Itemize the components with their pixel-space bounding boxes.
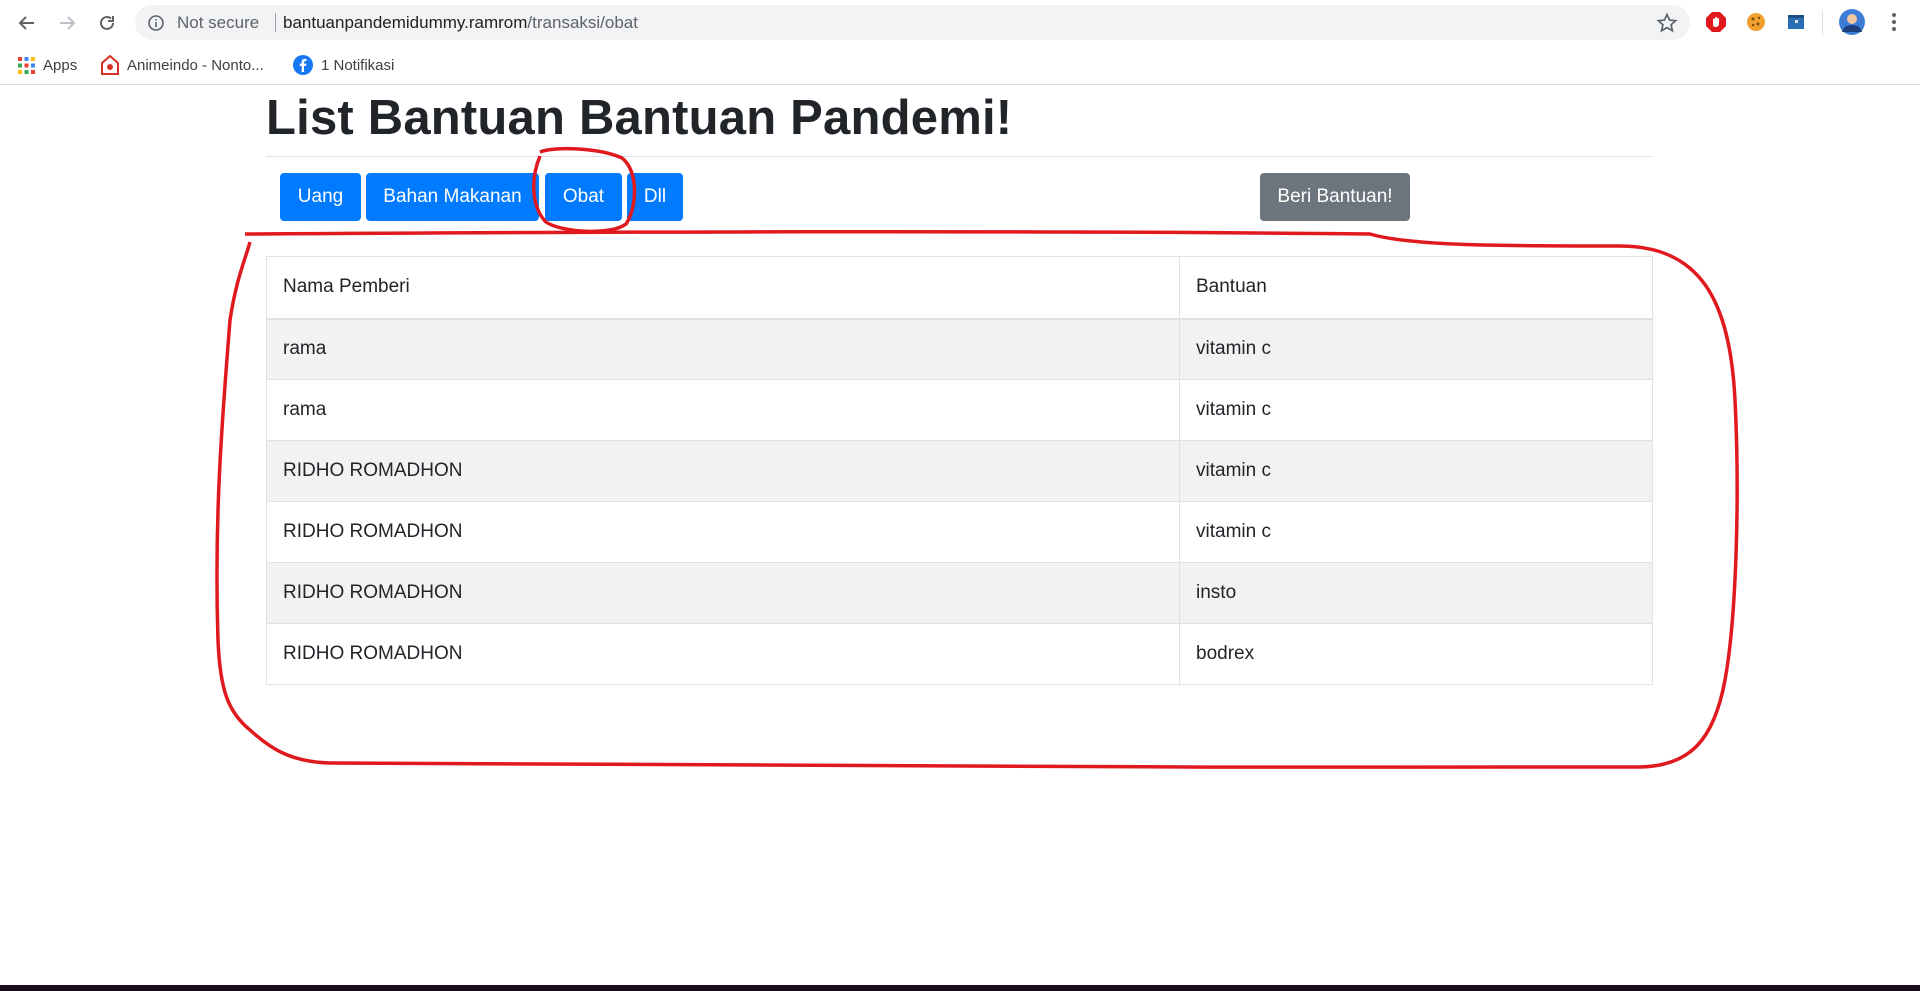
url-text[interactable]: bantuanpandemidummy.ramrom/transaksi/oba… [283, 13, 638, 33]
bookmark-animeindo-label: Animeindo - Nonto... [127, 56, 264, 74]
address-bar[interactable]: Not secure bantuanpandemidummy.ramrom/tr… [135, 5, 1690, 40]
apps-grid-icon [18, 56, 35, 74]
taskbar-edge [0, 985, 1920, 991]
cookie-extension-icon[interactable] [1744, 10, 1768, 34]
info-icon[interactable] [147, 14, 165, 32]
page-title: List Bantuan Bantuan Pandemi! [266, 91, 1013, 145]
url-host: bantuanpandemidummy.ramrom [283, 13, 528, 32]
reload-icon [100, 15, 114, 30]
back-button[interactable] [11, 8, 43, 38]
category-dll-button[interactable]: Dll [627, 173, 683, 221]
back-arrow-icon [18, 16, 34, 30]
forward-arrow-icon [60, 16, 76, 30]
bookmark-apps-label: Apps [43, 56, 78, 74]
cell-bantuan: insto [1179, 562, 1653, 624]
forward-button[interactable] [51, 8, 83, 38]
address-separator [275, 13, 276, 32]
animeindo-icon [101, 55, 119, 75]
cell-bantuan: bodrex [1179, 623, 1653, 685]
bookmark-animeindo[interactable]: Animeindo - Nonto... [101, 54, 264, 76]
security-label[interactable]: Not secure [177, 13, 259, 33]
cell-nama-pemberi: RIDHO ROMADHON [266, 562, 1180, 624]
facebook-icon [293, 55, 313, 75]
cell-bantuan: vitamin c [1179, 379, 1653, 441]
window-extension-icon[interactable] [1784, 10, 1808, 34]
browser-toolbar: Not secure bantuanpandemidummy.ramrom/tr… [0, 0, 1920, 45]
cell-nama-pemberi: RIDHO ROMADHON [266, 440, 1180, 502]
cell-nama-pemberi: RIDHO ROMADHON [266, 501, 1180, 563]
bookmark-facebook-label: 1 Notifikasi [321, 56, 395, 74]
table-row: RIDHO ROMADHON vitamin c [266, 440, 1653, 502]
toolbar-divider [1822, 11, 1823, 35]
header-nama-pemberi: Nama Pemberi [266, 256, 1180, 320]
bookmark-facebook[interactable]: 1 Notifikasi [293, 54, 394, 76]
cell-nama-pemberi: RIDHO ROMADHON [266, 623, 1180, 685]
bookmark-star-icon[interactable] [1656, 12, 1678, 34]
bookmarks-bar: Apps Animeindo - Nonto... 1 Notifikasi [0, 45, 1920, 85]
table-row: RIDHO ROMADHON bodrex [266, 623, 1653, 685]
cell-bantuan: vitamin c [1179, 440, 1653, 502]
table-header-row: Nama Pemberi Bantuan [266, 256, 1653, 320]
table-row: rama vitamin c [266, 379, 1653, 441]
cell-bantuan: vitamin c [1179, 318, 1653, 380]
cell-nama-pemberi: rama [266, 379, 1180, 441]
table-row: RIDHO ROMADHON insto [266, 562, 1653, 624]
page-content: List Bantuan Bantuan Pandemi! Uang Bahan… [0, 86, 1920, 981]
table-row: rama vitamin c [266, 318, 1653, 380]
cell-bantuan: vitamin c [1179, 501, 1653, 563]
adblock-extension-icon[interactable] [1704, 10, 1728, 34]
category-obat-button[interactable]: Obat [545, 173, 622, 221]
table-row: RIDHO ROMADHON vitamin c [266, 501, 1653, 563]
more-menu-icon[interactable] [1884, 10, 1904, 34]
title-divider [266, 156, 1653, 157]
beri-bantuan-button[interactable]: Beri Bantuan! [1260, 173, 1410, 221]
url-path: /transaksi/obat [527, 13, 638, 32]
reload-button[interactable] [91, 8, 123, 38]
donation-table: Nama Pemberi Bantuan rama vitamin c rama… [266, 256, 1653, 685]
cell-nama-pemberi: rama [266, 318, 1180, 380]
category-bahan-makanan-button[interactable]: Bahan Makanan [366, 173, 539, 221]
header-bantuan: Bantuan [1179, 256, 1653, 320]
category-uang-button[interactable]: Uang [280, 173, 361, 221]
profile-avatar[interactable] [1838, 8, 1866, 36]
bookmark-apps[interactable]: Apps [18, 54, 77, 76]
